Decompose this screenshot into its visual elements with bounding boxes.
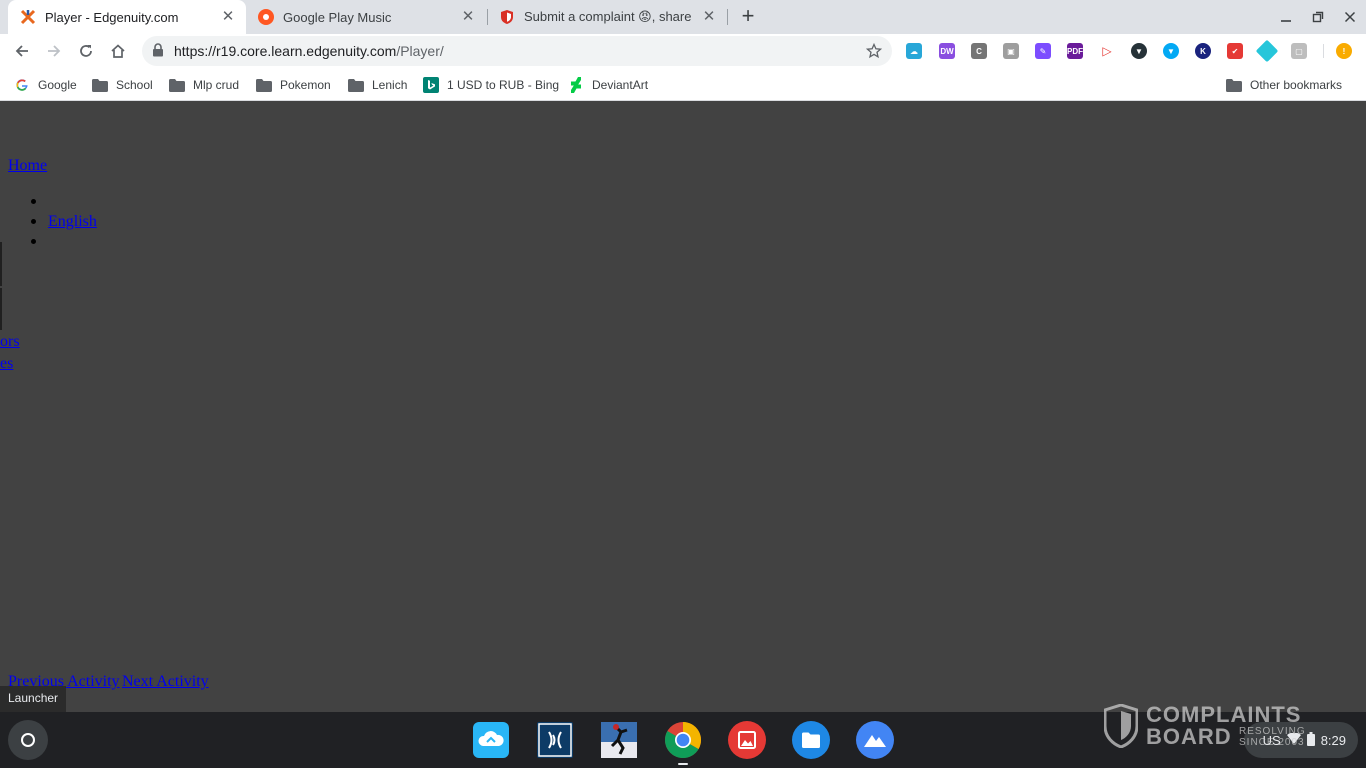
close-tab-icon[interactable]: ✕ (220, 9, 236, 25)
copy-extension-icon[interactable]: ▣ (1003, 43, 1019, 59)
bookmark-google[interactable]: Google (14, 76, 77, 94)
tab-title: Google Play Music (283, 9, 392, 25)
page-content: Home English ors es Previous Activity Ne… (0, 102, 1366, 712)
google-g-icon (14, 78, 30, 92)
deviantart-icon (568, 77, 584, 93)
tab-title: Player - Edgenuity.com (45, 9, 179, 25)
bookmark-folder-pokemon[interactable]: Pokemon (256, 76, 331, 94)
bookmark-star-icon[interactable] (865, 42, 883, 64)
edgenuity-favicon-icon (20, 9, 36, 25)
launcher-button[interactable] (8, 720, 48, 760)
clock: 8:29 (1320, 732, 1346, 748)
bookmark-other-bookmarks[interactable]: Other bookmarks (1226, 76, 1342, 94)
browser-toolbar: https://r19.core.learn.edgenuity.com/Pla… (0, 34, 1366, 68)
bookmark-usd-rub-bing[interactable]: 1 USD to RUB - Bing (423, 76, 559, 94)
k-extension-icon[interactable]: K (1195, 43, 1211, 59)
cast-extension-icon[interactable]: ▷ (1099, 43, 1115, 59)
photos-mountain-app-icon[interactable] (856, 721, 894, 759)
diamond-extension-icon[interactable] (1255, 39, 1279, 63)
cloud-app-icon[interactable] (472, 721, 510, 759)
forward-arrow-icon[interactable] (42, 39, 66, 63)
tab-title: Submit a complaint 😡, share yo (524, 9, 695, 24)
folder-icon (348, 78, 364, 92)
english-link[interactable]: English (48, 213, 97, 231)
bookmark-folder-school[interactable]: School (92, 76, 153, 94)
folder-icon (92, 78, 108, 92)
ime-indicator: US (1262, 732, 1281, 748)
alert-icon[interactable]: ! (1336, 43, 1352, 59)
toolbar-separator (1323, 44, 1324, 58)
next-activity-link[interactable]: Next Activity (122, 673, 209, 691)
tab-complaints-board[interactable]: Submit a complaint 😡, share yo ✕ (487, 0, 727, 34)
close-window-icon[interactable] (1339, 6, 1361, 28)
bing-icon (423, 77, 439, 93)
lock-icon (152, 43, 164, 62)
address-bar[interactable]: https://r19.core.learn.edgenuity.com/Pla… (142, 36, 892, 66)
bookmark-deviantart[interactable]: DeviantArt (568, 76, 648, 94)
shield-extension-icon[interactable]: ▼ (1131, 43, 1147, 59)
home-icon[interactable] (106, 39, 130, 63)
list-bullet (31, 239, 36, 244)
gallery-app-icon[interactable] (728, 721, 766, 759)
list-bullet (31, 219, 36, 224)
divider (0, 288, 2, 330)
tab-edgenuity-player[interactable]: Player - Edgenuity.com ✕ (8, 0, 246, 34)
google-play-music-icon (258, 9, 274, 25)
close-tab-icon[interactable]: ✕ (460, 9, 476, 25)
reload-icon[interactable] (74, 39, 98, 63)
tab-google-play-music[interactable]: Google Play Music ✕ (246, 0, 486, 34)
folder-icon (256, 78, 272, 92)
folder-icon (1226, 78, 1242, 92)
dance-game-app-icon[interactable] (600, 721, 638, 759)
chrome-icon[interactable] (664, 721, 702, 759)
files-app-icon[interactable] (792, 721, 830, 759)
os-shelf: US 8:29 (0, 712, 1366, 768)
tab-strip: Player - Edgenuity.com ✕ Google Play Mus… (0, 0, 1366, 34)
launcher-tooltip: Launcher (0, 686, 66, 712)
notes-extension-icon[interactable]: ✎ (1035, 43, 1051, 59)
back-arrow-icon[interactable] (10, 39, 34, 63)
url-text: https://r19.core.learn.edgenuity.com/Pla… (174, 43, 444, 59)
ors-link[interactable]: ors (0, 333, 20, 351)
close-tab-icon[interactable]: ✕ (701, 9, 717, 25)
es-link[interactable]: es (0, 355, 13, 373)
new-tab-button[interactable]: + (736, 5, 760, 29)
cloud-extension-icon[interactable]: ☁ (906, 43, 922, 59)
pdf-extension-icon[interactable]: PDF (1067, 43, 1083, 59)
bookmark-folder-mlp-crud[interactable]: Mlp crud (169, 76, 239, 94)
home-link[interactable]: Home (8, 157, 47, 175)
puzzle-extension-icon[interactable]: DW (939, 43, 955, 59)
minimize-icon[interactable] (1275, 6, 1297, 28)
status-tray[interactable]: US 8:29 (1244, 722, 1358, 758)
restore-icon[interactable] (1307, 6, 1329, 28)
shield-favicon-icon (499, 9, 515, 25)
vpn-extension-icon[interactable]: ▼ (1163, 43, 1179, 59)
bookmark-folder-lenich[interactable]: Lenich (348, 76, 407, 94)
stamp-extension-icon[interactable]: ✔ (1227, 43, 1243, 59)
battery-icon (1306, 731, 1315, 749)
window-extension-icon[interactable]: ▢ (1291, 43, 1307, 59)
signal-app-icon[interactable] (536, 721, 574, 759)
list-bullet (31, 199, 36, 204)
tab-separator (727, 9, 728, 25)
c-extension-icon[interactable]: C (971, 43, 987, 59)
wifi-icon (1286, 731, 1301, 748)
launcher-circle-icon (21, 733, 35, 747)
divider (0, 242, 2, 286)
bookmarks-bar: Google School Mlp crud Pokemon Lenich 1 … (0, 68, 1366, 101)
folder-icon (169, 78, 185, 92)
running-indicator (678, 763, 688, 765)
